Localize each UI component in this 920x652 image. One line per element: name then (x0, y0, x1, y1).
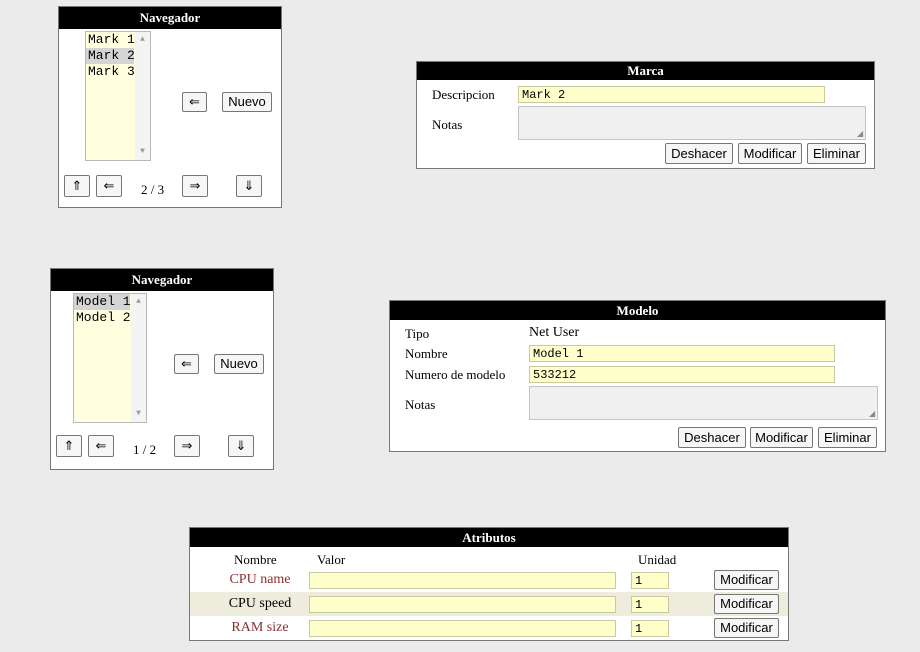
modelo-form-panel: Modelo Tipo Net User Nombre Numero de mo… (389, 300, 886, 452)
attr-valor-input[interactable] (309, 596, 616, 613)
new-button[interactable]: Nuevo (214, 354, 264, 374)
first-record-button[interactable]: ⇑ (64, 175, 90, 197)
pager-indicator: 2 / 3 (141, 182, 165, 197)
modify-button[interactable]: Modificar (738, 143, 802, 164)
marca-listbox[interactable]: Mark 1 Mark 2 Mark 3 ▲ ▼ (85, 31, 151, 161)
descripcion-label: Descripcion (432, 87, 495, 102)
marca-navigator-title: Navegador (59, 7, 281, 29)
numero-modelo-input[interactable] (529, 366, 835, 383)
atributos-panel: Atributos Nombre Valor Unidad CPU name M… (189, 527, 789, 641)
table-row: RAM size Modificar (190, 616, 788, 640)
atributos-title: Atributos (190, 528, 788, 547)
scroll-down-icon[interactable]: ▼ (131, 407, 146, 421)
scroll-up-icon[interactable]: ▲ (131, 295, 146, 309)
list-item[interactable]: Model 1 (74, 294, 131, 310)
marca-form-panel: Marca Descripcion Notas ◢ Deshacer Modif… (416, 61, 875, 169)
attr-unidad-input[interactable] (631, 572, 669, 589)
delete-button[interactable]: Eliminar (818, 427, 877, 448)
attr-name: CPU name (229, 572, 291, 587)
list-item[interactable]: Mark 1 (86, 32, 135, 48)
col-header-valor: Valor (317, 552, 346, 567)
tipo-value: Net User (529, 325, 580, 340)
scroll-up-icon[interactable]: ▲ (135, 33, 150, 47)
modelo-form-title: Modelo (390, 301, 885, 320)
prev-record-button[interactable]: ⇐ (96, 175, 122, 197)
attr-name: CPU speed (228, 596, 292, 611)
modelo-listbox[interactable]: Model 1 Model 2 ▲ ▼ (73, 293, 147, 423)
modify-button[interactable]: Modificar (750, 427, 813, 448)
next-record-button[interactable]: ⇒ (174, 435, 200, 457)
attr-name: RAM size (231, 620, 289, 635)
table-row: CPU speed Modificar (190, 592, 788, 616)
back-button[interactable]: ⇐ (182, 92, 207, 112)
resize-grip-icon[interactable]: ◢ (857, 130, 863, 138)
first-record-button[interactable]: ⇑ (56, 435, 82, 457)
col-header-nombre: Nombre (234, 552, 277, 567)
notas-textarea[interactable]: ◢ (518, 106, 866, 140)
attr-modify-button[interactable]: Modificar (714, 618, 779, 638)
marca-navigator-panel: Navegador Mark 1 Mark 2 Mark 3 ▲ ▼ ⇐ Nue… (58, 6, 282, 208)
marca-form-title: Marca (417, 62, 874, 80)
prev-record-button[interactable]: ⇐ (88, 435, 114, 457)
back-button[interactable]: ⇐ (174, 354, 199, 374)
descripcion-input[interactable] (518, 86, 825, 103)
last-record-button[interactable]: ⇓ (228, 435, 254, 457)
notas-textarea[interactable]: ◢ (529, 386, 878, 420)
last-record-button[interactable]: ⇓ (236, 175, 262, 197)
col-header-unidad: Unidad (638, 552, 677, 567)
attr-unidad-input[interactable] (631, 620, 669, 637)
next-record-button[interactable]: ⇒ (182, 175, 208, 197)
undo-button[interactable]: Deshacer (678, 427, 746, 448)
attr-valor-input[interactable] (309, 620, 616, 637)
nombre-label: Nombre (405, 346, 448, 361)
attr-modify-button[interactable]: Modificar (714, 570, 779, 590)
list-item[interactable]: Model 2 (74, 310, 131, 326)
table-row: CPU name Modificar (190, 568, 788, 592)
modelo-navigator-panel: Navegador Model 1 Model 2 ▲ ▼ ⇐ Nuevo ⇑ … (50, 268, 274, 470)
undo-button[interactable]: Deshacer (665, 143, 733, 164)
numero-modelo-label: Numero de modelo (405, 367, 506, 382)
delete-button[interactable]: Eliminar (807, 143, 866, 164)
list-item[interactable]: Mark 3 (86, 64, 135, 80)
scroll-down-icon[interactable]: ▼ (135, 145, 150, 159)
listbox-scrollbar[interactable]: ▲ ▼ (135, 32, 150, 160)
new-button[interactable]: Nuevo (222, 92, 272, 112)
resize-grip-icon[interactable]: ◢ (869, 410, 875, 418)
attr-unidad-input[interactable] (631, 596, 669, 613)
modelo-navigator-title: Navegador (51, 269, 273, 291)
listbox-scrollbar[interactable]: ▲ ▼ (131, 294, 146, 422)
pager-indicator: 1 / 2 (133, 442, 157, 457)
attr-modify-button[interactable]: Modificar (714, 594, 779, 614)
nombre-input[interactable] (529, 345, 835, 362)
attr-valor-input[interactable] (309, 572, 616, 589)
notas-label: Notas (405, 397, 436, 412)
tipo-label: Tipo (405, 326, 430, 341)
list-item[interactable]: Mark 2 (86, 48, 135, 64)
notas-label: Notas (432, 117, 463, 132)
